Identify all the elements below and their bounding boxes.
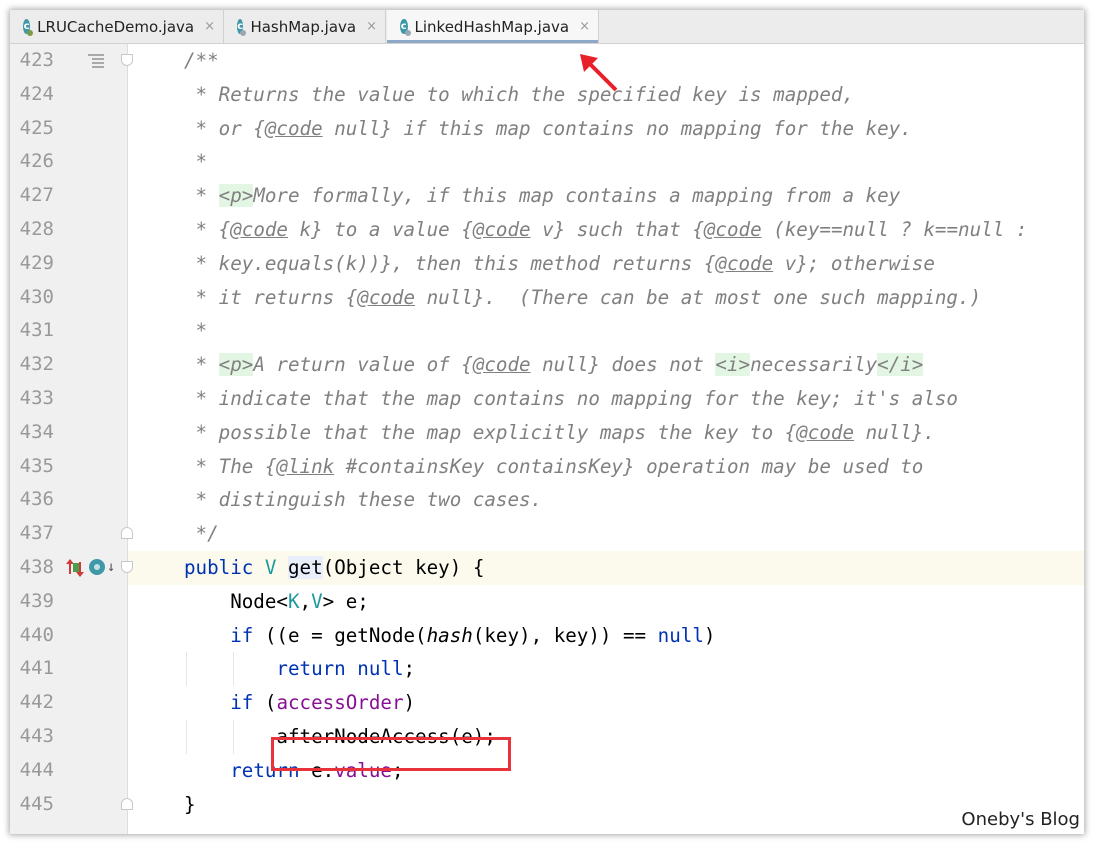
code-line[interactable]: 423 /** (10, 44, 1084, 78)
code-line[interactable]: 424 * Returns the value to which the spe… (10, 78, 1084, 112)
close-icon[interactable]: × (579, 19, 590, 34)
line-number: 441 (19, 657, 54, 680)
line-number: 440 (19, 623, 54, 646)
implemented-icon[interactable] (89, 559, 105, 575)
code-text: */ (184, 522, 219, 546)
tab-lrucachedemo[interactable]: c LRUCacheDemo.java × (10, 10, 224, 43)
line-number: 436 (19, 488, 54, 511)
line-number: 429 (19, 251, 54, 274)
line-number: 423 (19, 49, 54, 71)
line-number: 431 (19, 319, 54, 342)
line-number: 439 (19, 589, 54, 612)
line-number: 427 (19, 184, 54, 207)
code-line[interactable]: 445} (10, 788, 1084, 822)
tab-hashmap[interactable]: c HashMap.java × (224, 10, 386, 43)
code-line[interactable]: 430 * it returns {@code null}. (There ca… (10, 281, 1084, 315)
code-text: * <p>A return value of {@code null} does… (184, 353, 924, 377)
code-line[interactable]: 444 return e.value; (10, 754, 1084, 788)
tab-label: HashMap.java (250, 17, 357, 36)
navigate-down-icon[interactable]: ↓ (107, 559, 115, 575)
code-line[interactable]: 440 if ((e = getNode(hash(key), key)) ==… (10, 619, 1084, 653)
line-number: 430 (19, 285, 54, 308)
line-number: 443 (19, 725, 54, 747)
code-line[interactable]: 425 * or {@code null} if this map contai… (10, 112, 1084, 146)
code-text: Node<K,V> e; (184, 589, 369, 613)
code-text: * key.equals(k))}, then this method retu… (184, 251, 935, 275)
override-method-icon[interactable] (66, 558, 84, 577)
code-text: /** (184, 49, 219, 72)
structure-icon[interactable] (88, 54, 104, 68)
line-number: 428 (19, 218, 54, 240)
line-number: 424 (19, 82, 54, 105)
code-text: * The {@link #containsKey containsKey} o… (184, 454, 924, 478)
code-line[interactable]: 437 */ (10, 517, 1084, 551)
fold-toggle-icon[interactable] (121, 54, 133, 66)
code-line[interactable]: 441 return null; (10, 652, 1084, 687)
code-text: if ((e = getNode(hash(key), key)) == nul… (230, 623, 716, 647)
close-icon[interactable]: × (366, 19, 377, 34)
code-line[interactable]: 443 afterNodeAccess(e); (10, 720, 1084, 754)
line-number: 437 (19, 522, 54, 545)
code-line[interactable]: 428 * {@code k} to a value {@code v} suc… (10, 213, 1084, 247)
code-line[interactable]: 426 * (10, 145, 1084, 179)
code-line[interactable]: 438 public V get(Object key) { ↓ (10, 551, 1084, 585)
tab-label: LinkedHashMap.java (414, 17, 570, 36)
code-line[interactable]: 442 if (accessOrder) (10, 686, 1084, 720)
code-text: * or {@code null} if this map contains n… (184, 116, 912, 140)
line-number: 435 (19, 454, 54, 477)
highlight-annotation-box (271, 737, 511, 771)
line-number: 433 (19, 387, 54, 409)
red-arrow-annotation (580, 54, 618, 92)
class-icon: c (237, 19, 247, 36)
line-number: 425 (19, 116, 54, 139)
code-text: * it returns {@code null}. (There can be… (184, 285, 982, 309)
code-text: * distinguish these two cases. (184, 488, 543, 512)
line-number: 445 (19, 792, 54, 815)
code-line[interactable]: 435 * The {@link #containsKey containsKe… (10, 450, 1084, 484)
code-line[interactable]: 439 Node<K,V> e; (10, 585, 1084, 619)
code-text: * (184, 319, 208, 343)
code-line[interactable]: 433 * indicate that the map contains no … (10, 382, 1084, 416)
editor-window: c LRUCacheDemo.java × c HashMap.java × c… (10, 10, 1084, 834)
watermark: Oneby's Blog (961, 809, 1080, 830)
fold-toggle-icon[interactable] (121, 527, 133, 540)
line-number: 434 (19, 420, 54, 443)
line-number: 426 (19, 150, 54, 173)
class-icon: c (23, 19, 34, 36)
code-line[interactable]: 436 * distinguish these two cases. (10, 483, 1084, 517)
code-text: public V get(Object key) { (184, 556, 485, 579)
code-line[interactable]: 429 * key.equals(k))}, then this method … (10, 247, 1084, 281)
code-text: * {@code k} to a value {@code v} such th… (184, 218, 1028, 241)
close-icon[interactable]: × (204, 19, 215, 34)
class-icon: c (400, 19, 411, 36)
tab-linkedhashmap[interactable]: c LinkedHashMap.java × (387, 10, 599, 43)
code-line[interactable]: 434 * possible that the map explicitly m… (10, 416, 1084, 450)
editor-tab-bar: c LRUCacheDemo.java × c HashMap.java × c… (10, 10, 1084, 44)
code-text: * (184, 150, 208, 174)
code-line[interactable]: 432 * <p>A return value of {@code null} … (10, 348, 1084, 382)
code-line[interactable]: 431 * (10, 314, 1084, 348)
code-text: * <p>More formally, if this map contains… (184, 184, 901, 208)
code-text: * indicate that the map contains no mapp… (184, 387, 958, 410)
code-text: return null; (276, 657, 416, 681)
line-number: 444 (19, 758, 54, 781)
code-text: } (184, 792, 196, 816)
code-text: * Returns the value to which the specifi… (184, 82, 855, 106)
line-number: 438 (19, 556, 54, 578)
code-text: if (accessOrder) (230, 691, 416, 715)
fold-toggle-icon[interactable] (121, 797, 133, 810)
line-number: 442 (19, 691, 54, 714)
code-text: * possible that the map explicitly maps … (184, 420, 935, 444)
fold-toggle-icon[interactable] (121, 561, 133, 573)
line-number: 432 (19, 353, 54, 376)
code-line[interactable]: 427 * <p>More formally, if this map cont… (10, 179, 1084, 213)
tab-label: LRUCacheDemo.java (37, 17, 195, 36)
